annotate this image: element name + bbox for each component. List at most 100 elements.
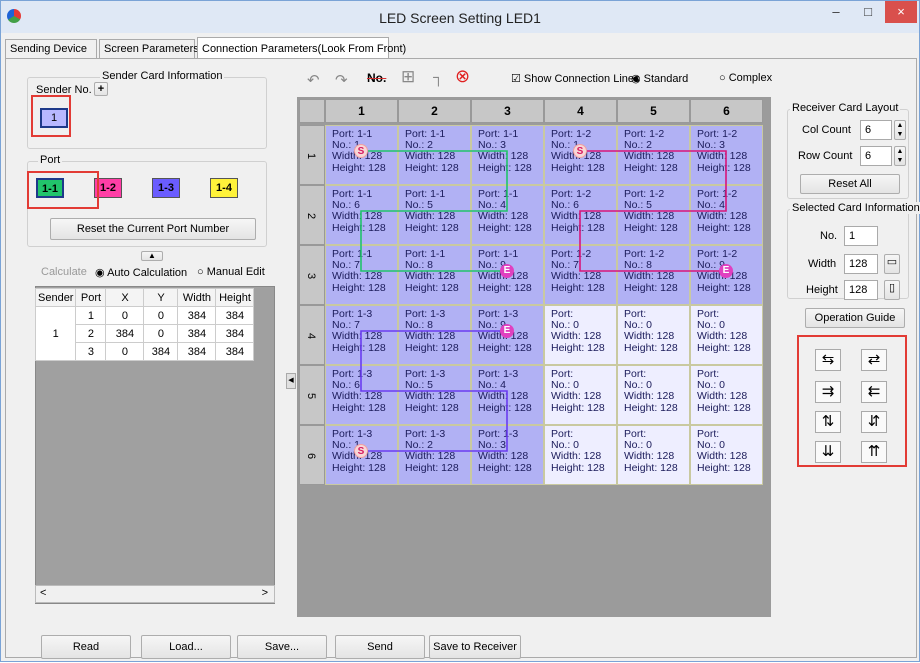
port-1-1-button[interactable]: 1-1 bbox=[36, 178, 64, 198]
receiver-card-cell[interactable]: Port: 1-1 No.: 2 Width: 128 Height: 128 bbox=[398, 125, 471, 185]
receiver-card-cell[interactable]: Port: 1-1 No.: 7 Width: 128 Height: 128 bbox=[325, 245, 398, 305]
receiver-card-cell[interactable]: Port: 1-1 No.: 4 Width: 128 Height: 128 bbox=[471, 185, 544, 245]
receiver-card-cell[interactable]: Port: 1-3 No.: 7 Width: 128 Height: 128 bbox=[325, 305, 398, 365]
receiver-card-cell[interactable]: Port: 1-1 No.: 5 Width: 128 Height: 128 bbox=[398, 185, 471, 245]
reset-port-number-button[interactable]: Reset the Current Port Number bbox=[50, 218, 256, 240]
height-adjust-icon[interactable]: ▯ bbox=[884, 280, 900, 300]
receiver-card-cell[interactable]: Port: No.: 0 Width: 128 Height: 128 bbox=[544, 425, 617, 485]
receiver-card-cell[interactable]: Port: No.: 0 Width: 128 Height: 128 bbox=[617, 365, 690, 425]
tab-screen-parameters[interactable]: Screen Parameters bbox=[99, 39, 199, 59]
cell-line: Height: 128 bbox=[332, 161, 386, 174]
receiver-card-cell[interactable]: Port: No.: 0 Width: 128 Height: 128 bbox=[617, 305, 690, 365]
receiver-card-cell[interactable]: Port: No.: 0 Width: 128 Height: 128 bbox=[690, 425, 763, 485]
receiver-card-cell[interactable]: Port: 1-3 No.: 8 Width: 128 Height: 128 bbox=[398, 305, 471, 365]
row-header[interactable]: 6 bbox=[299, 425, 325, 485]
complex-radio[interactable]: ○ Complex bbox=[719, 72, 772, 84]
card-no-input[interactable]: 1 bbox=[844, 226, 878, 246]
manual-edit-radio[interactable]: ○ Manual Edit bbox=[197, 266, 265, 278]
card-height-input[interactable]: 128 bbox=[844, 280, 878, 300]
column-header[interactable]: 3 bbox=[471, 99, 544, 123]
row-header[interactable]: 3 bbox=[299, 245, 325, 305]
port-1-3-button[interactable]: 1-3 bbox=[152, 178, 180, 198]
grid-icon[interactable]: ⊞ bbox=[401, 67, 415, 87]
card-width-input[interactable]: 128 bbox=[844, 254, 878, 274]
redo-button[interactable]: ↷ bbox=[335, 71, 348, 89]
receiver-card-cell[interactable]: Port: 1-3 No.: 4 Width: 128 Height: 128 bbox=[471, 365, 544, 425]
column-header[interactable]: 1 bbox=[325, 99, 398, 123]
clear-icon[interactable]: ⊗ bbox=[455, 66, 470, 87]
save-to-receiver-button[interactable]: Save to Receiver bbox=[429, 635, 521, 659]
wire-icon[interactable]: ┐ bbox=[433, 69, 444, 86]
row-header[interactable]: 4 bbox=[299, 305, 325, 365]
standard-radio[interactable]: ◉ Standard bbox=[631, 72, 688, 85]
col-count-input[interactable]: 6 bbox=[860, 120, 892, 140]
column-header[interactable]: 5 bbox=[617, 99, 690, 123]
collapse-up-button[interactable]: ▲ bbox=[141, 251, 163, 261]
row-count-input[interactable]: 6 bbox=[860, 146, 892, 166]
wiring-snake-right-icon[interactable]: ⇉ bbox=[815, 381, 841, 403]
close-button[interactable]: × bbox=[885, 1, 917, 23]
tab-sending-device[interactable]: Sending Device bbox=[5, 39, 97, 59]
table-row[interactable]: 1 1 0 0 384 384 bbox=[34, 306, 255, 361]
wiring-left-then-right-icon[interactable]: ⇄ bbox=[861, 349, 887, 371]
row-header[interactable]: 2 bbox=[299, 185, 325, 245]
wiring-snake-left-icon[interactable]: ⇇ bbox=[861, 381, 887, 403]
port-1-2-button[interactable]: 1-2 bbox=[94, 178, 122, 198]
receiver-card-cell[interactable]: Port: No.: 0 Width: 128 Height: 128 bbox=[690, 305, 763, 365]
receiver-card-cell[interactable]: Port: 1-2 No.: 3 Width: 128 Height: 128 bbox=[690, 125, 763, 185]
table-scrollbar[interactable]: < > bbox=[35, 585, 275, 603]
column-header[interactable]: 6 bbox=[690, 99, 763, 123]
scroll-left-arrow[interactable]: < bbox=[40, 587, 46, 599]
column-header[interactable]: 4 bbox=[544, 99, 617, 123]
receiver-card-cell[interactable]: Port: No.: 0 Width: 128 Height: 128 bbox=[690, 365, 763, 425]
undo-button[interactable]: ↶ bbox=[307, 71, 320, 89]
receiver-card-cell[interactable]: Port: 1-3 No.: 3 Width: 128 Height: 128 bbox=[471, 425, 544, 485]
receiver-card-cell[interactable]: Port: 1-3 No.: 5 Width: 128 Height: 128 bbox=[398, 365, 471, 425]
row-count-stepper[interactable]: ▲ ▼ bbox=[894, 146, 906, 166]
receiver-card-cell[interactable]: Port: No.: 0 Width: 128 Height: 128 bbox=[617, 425, 690, 485]
wiring-column-up-icon[interactable]: ⇈ bbox=[861, 441, 887, 463]
receiver-card-cell[interactable]: Port: 1-1 No.: 3 Width: 128 Height: 128 bbox=[471, 125, 544, 185]
receiver-card-cell[interactable]: Port: 1-2 No.: 5 Width: 128 Height: 128 bbox=[617, 185, 690, 245]
width-adjust-icon[interactable]: ▭ bbox=[884, 254, 900, 274]
cell-line: Width: 128 bbox=[332, 390, 383, 403]
maximize-button[interactable]: □ bbox=[853, 1, 883, 23]
receiver-card-cell[interactable]: Port: 1-3 No.: 6 Width: 128 Height: 128 bbox=[325, 365, 398, 425]
number-toggle-button[interactable]: No. bbox=[367, 71, 386, 85]
port-1-4-button[interactable]: 1-4 bbox=[210, 178, 238, 198]
show-connection-lines-checkbox[interactable]: ☑ Show Connection Lines bbox=[511, 72, 640, 85]
col-count-stepper[interactable]: ▲ ▼ bbox=[894, 120, 906, 140]
receiver-card-cell[interactable]: Port: 1-2 No.: 8 Width: 128 Height: 128 bbox=[617, 245, 690, 305]
auto-calculation-radio[interactable]: ◉ Auto Calculation bbox=[95, 266, 187, 279]
wiring-column-down-icon[interactable]: ⇊ bbox=[815, 441, 841, 463]
read-button[interactable]: Read bbox=[41, 635, 131, 659]
column-header[interactable]: 2 bbox=[398, 99, 471, 123]
wiring-right-then-left-icon[interactable]: ⇆ bbox=[815, 349, 841, 371]
receiver-card-cell[interactable]: Port: 1-1 No.: 6 Width: 128 Height: 128 bbox=[325, 185, 398, 245]
operation-guide-button[interactable]: Operation Guide bbox=[805, 308, 905, 328]
save-button[interactable]: Save... bbox=[237, 635, 327, 659]
row-header[interactable]: 1 bbox=[299, 125, 325, 185]
calculate-button[interactable]: Calculate bbox=[41, 266, 87, 278]
receiver-card-cell[interactable]: Port: No.: 0 Width: 128 Height: 128 bbox=[544, 305, 617, 365]
row-header[interactable]: 5 bbox=[299, 365, 325, 425]
collapse-left-button[interactable]: ◀ bbox=[286, 373, 296, 389]
receiver-card-cell[interactable]: Port: 1-2 No.: 6 Width: 128 Height: 128 bbox=[544, 185, 617, 245]
tab-connection-parameters[interactable]: Connection Parameters(Look From Front) bbox=[197, 37, 406, 59]
receiver-card-cell[interactable]: Port: No.: 0 Width: 128 Height: 128 bbox=[544, 365, 617, 425]
receiver-card-cell[interactable]: Port: 1-1 No.: 8 Width: 128 Height: 128 bbox=[398, 245, 471, 305]
wiring-up-down-icon[interactable]: ⇅ bbox=[815, 411, 841, 433]
receiver-card-cell[interactable]: Port: 1-3 No.: 2 Width: 128 Height: 128 bbox=[398, 425, 471, 485]
add-sender-button[interactable]: + bbox=[94, 82, 108, 96]
receiver-card-cell[interactable]: Port: 1-2 No.: 4 Width: 128 Height: 128 bbox=[690, 185, 763, 245]
send-button[interactable]: Send bbox=[335, 635, 425, 659]
load-button[interactable]: Load... bbox=[141, 635, 231, 659]
receiver-card-cell[interactable]: Port: 1-2 No.: 7 Width: 128 Height: 128 bbox=[544, 245, 617, 305]
sender-1-button[interactable]: 1 bbox=[40, 108, 68, 128]
receiver-card-cell[interactable]: Port: 1-2 No.: 2 Width: 128 Height: 128 bbox=[617, 125, 690, 185]
minimize-button[interactable]: – bbox=[821, 1, 851, 23]
reset-all-button[interactable]: Reset All bbox=[800, 174, 900, 194]
table-cell: 384 bbox=[143, 342, 179, 361]
scroll-right-arrow[interactable]: > bbox=[262, 587, 268, 599]
wiring-down-up-icon[interactable]: ⇵ bbox=[861, 411, 887, 433]
